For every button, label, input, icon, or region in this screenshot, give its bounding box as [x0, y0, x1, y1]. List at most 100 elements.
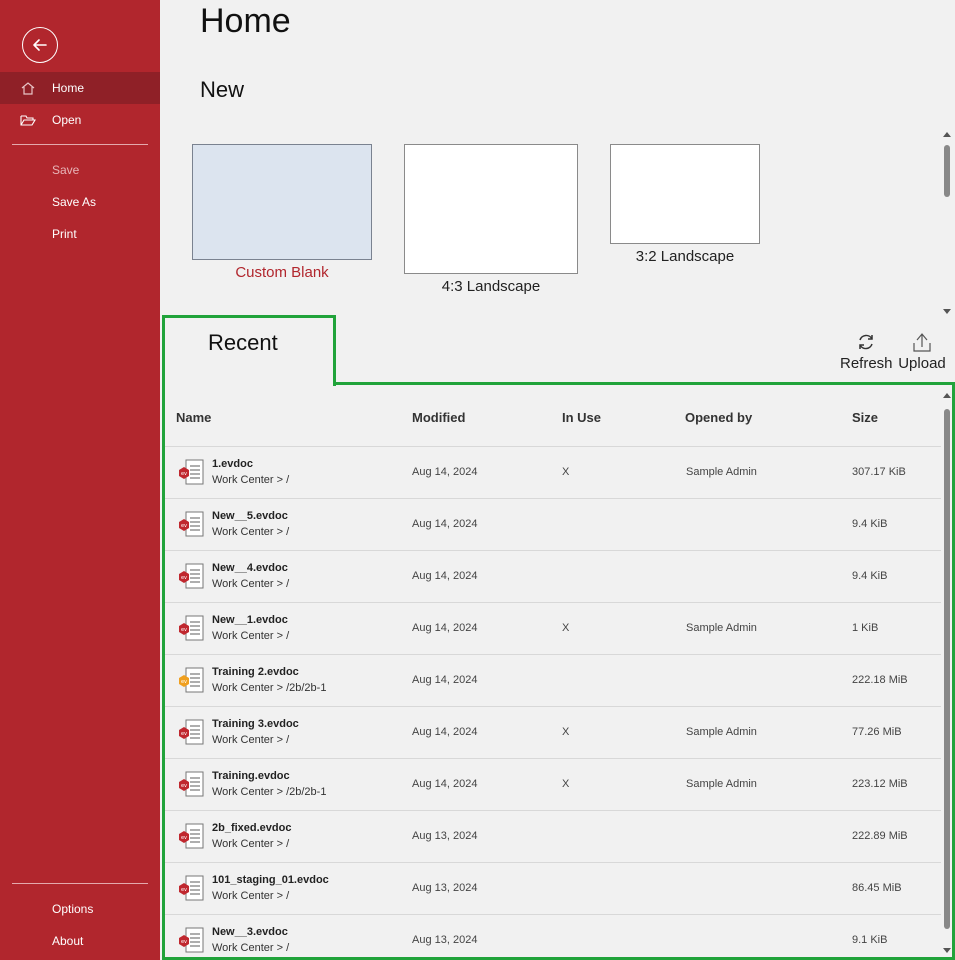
file-name: New__1.evdoc — [212, 614, 288, 626]
template-3-2-landscape[interactable] — [610, 144, 760, 244]
table-row[interactable]: ev New__4.evdoc Work Center > / Aug 14, 202… — [165, 551, 941, 603]
sidebar-item-home[interactable]: Home — [0, 72, 160, 104]
column-header-name[interactable]: Name — [176, 410, 211, 425]
opened-by: Sample Admin — [686, 726, 757, 738]
table-row[interactable]: ev 2b_fixed.evdoc Work Center > / Aug 13, 2… — [165, 811, 941, 863]
sidebar-item-options[interactable]: Options — [0, 893, 160, 925]
modified-date: Aug 14, 2024 — [412, 674, 478, 686]
sidebar-item-label: Home — [52, 81, 85, 95]
file-path: Work Center > / — [212, 578, 290, 590]
table-row[interactable]: ev Training.evdoc Work Center > /2b/2b-1 Au… — [165, 759, 941, 811]
modified-date: Aug 13, 2024 — [412, 830, 478, 842]
modified-date: Aug 14, 2024 — [412, 570, 478, 582]
modified-date: Aug 14, 2024 — [412, 778, 478, 790]
svg-text:ev: ev — [181, 731, 187, 737]
scroll-up-icon[interactable] — [943, 393, 951, 398]
file-name: Training 2.evdoc — [212, 666, 299, 678]
file-name: 2b_fixed.evdoc — [212, 822, 292, 834]
svg-text:ev: ev — [181, 471, 187, 477]
sidebar-divider — [12, 883, 148, 884]
in-use-flag: X — [562, 622, 570, 634]
table-row[interactable]: ev 101_staging_01.evdoc Work Center > / Aug… — [165, 863, 941, 915]
opened-by: Sample Admin — [686, 778, 757, 790]
sidebar-item-label: About — [52, 934, 84, 948]
in-use-flag: X — [562, 466, 570, 478]
upload-button[interactable]: Upload — [894, 331, 950, 375]
scroll-down-icon[interactable] — [943, 948, 951, 953]
table-row[interactable]: ev 1.evdoc Work Center > / Aug 14, 2024 X Sam… — [165, 447, 941, 499]
table-row[interactable]: ev New__1.evdoc Work Center > / Aug 14, 202… — [165, 603, 941, 655]
sidebar-item-about[interactable]: About — [0, 925, 160, 957]
file-name: Training 3.evdoc — [212, 718, 299, 730]
upload-icon — [913, 333, 931, 352]
sidebar-item-print[interactable]: Print — [0, 218, 160, 250]
upload-label: Upload — [898, 355, 946, 372]
folder-open-icon — [20, 115, 36, 126]
modified-date: Aug 13, 2024 — [412, 934, 478, 946]
recent-files-table: Name Modified In Use Opened by Size ev 1.… — [165, 385, 941, 957]
scrollbar-thumb[interactable] — [944, 409, 950, 929]
template-4-3-landscape[interactable] — [404, 144, 578, 274]
page-title: Home — [200, 2, 291, 40]
file-size: 9.1 KiB — [852, 934, 888, 946]
refresh-icon — [859, 334, 873, 350]
sidebar-item-open[interactable]: Open — [0, 104, 160, 136]
backstage-sidebar: Home Open Save Save As Print Options Abo… — [0, 0, 160, 960]
refresh-button[interactable]: Refresh — [840, 331, 893, 375]
sidebar-item-label: Open — [52, 113, 82, 127]
template-label[interactable]: 4:3 Landscape — [404, 278, 578, 295]
file-path: Work Center > / — [212, 734, 290, 746]
evdoc-file-icon: ev — [179, 875, 204, 901]
templates-scrollbar[interactable] — [941, 128, 953, 318]
file-name: New__3.evdoc — [212, 926, 288, 938]
file-name: Training.evdoc — [212, 770, 290, 782]
file-path: Work Center > / — [212, 630, 290, 642]
scrollbar-thumb[interactable] — [944, 145, 950, 197]
sidebar-item-label: Save As — [52, 195, 97, 209]
opened-by: Sample Admin — [686, 622, 757, 634]
opened-by: Sample Admin — [686, 466, 757, 478]
file-size: 77.26 MiB — [852, 726, 902, 738]
table-row[interactable]: ev Training 3.evdoc Work Center > / Aug 14,… — [165, 707, 941, 759]
column-header-size[interactable]: Size — [852, 410, 878, 425]
template-custom-blank[interactable] — [192, 144, 372, 260]
file-size: 86.45 MiB — [852, 882, 902, 894]
evdoc-file-icon: ev — [179, 823, 204, 849]
file-name: New__4.evdoc — [212, 562, 288, 574]
home-icon — [21, 82, 35, 95]
file-size: 222.18 MiB — [852, 674, 908, 686]
evdoc-file-icon: ev — [179, 927, 204, 953]
modified-date: Aug 13, 2024 — [412, 882, 478, 894]
recent-scrollbar[interactable] — [941, 391, 953, 955]
table-row[interactable]: ev New__5.evdoc Work Center > / Aug 14, 202… — [165, 499, 941, 551]
column-header-opened-by[interactable]: Opened by — [685, 410, 752, 425]
file-path: Work Center > /2b/2b-1 — [212, 786, 327, 798]
template-label[interactable]: 3:2 Landscape — [610, 248, 760, 265]
column-header-modified[interactable]: Modified — [412, 410, 465, 425]
table-row[interactable]: ev Training 2.evdoc Work Center > /2b/2b-1… — [165, 655, 941, 707]
column-header-in-use[interactable]: In Use — [562, 410, 601, 425]
sidebar-item-save-as[interactable]: Save As — [0, 186, 160, 218]
template-label[interactable]: Custom Blank — [192, 264, 372, 281]
file-path: Work Center > / — [212, 526, 290, 538]
modified-date: Aug 14, 2024 — [412, 726, 478, 738]
in-use-flag: X — [562, 726, 570, 738]
scroll-down-icon[interactable] — [943, 309, 951, 314]
svg-text:ev: ev — [181, 835, 187, 841]
svg-text:ev: ev — [181, 887, 187, 893]
file-path: Work Center > / — [212, 474, 290, 486]
sidebar-item-save[interactable]: Save — [0, 154, 160, 186]
table-row[interactable]: ev New__3.evdoc Work Center > / Aug 13, 202… — [165, 915, 941, 957]
file-name: 101_staging_01.evdoc — [212, 874, 329, 886]
evdoc-file-icon: ev — [179, 459, 204, 485]
refresh-label: Refresh — [840, 355, 893, 372]
evdoc-file-icon: ev — [179, 771, 204, 797]
back-button[interactable] — [22, 27, 58, 63]
modified-date: Aug 14, 2024 — [412, 622, 478, 634]
evdoc-file-icon: ev — [179, 511, 204, 537]
file-size: 1 KiB — [852, 622, 879, 634]
file-name: 1.evdoc — [212, 458, 253, 470]
scroll-up-icon[interactable] — [943, 132, 951, 137]
file-size: 9.4 KiB — [852, 518, 888, 530]
svg-text:ev: ev — [181, 575, 187, 581]
